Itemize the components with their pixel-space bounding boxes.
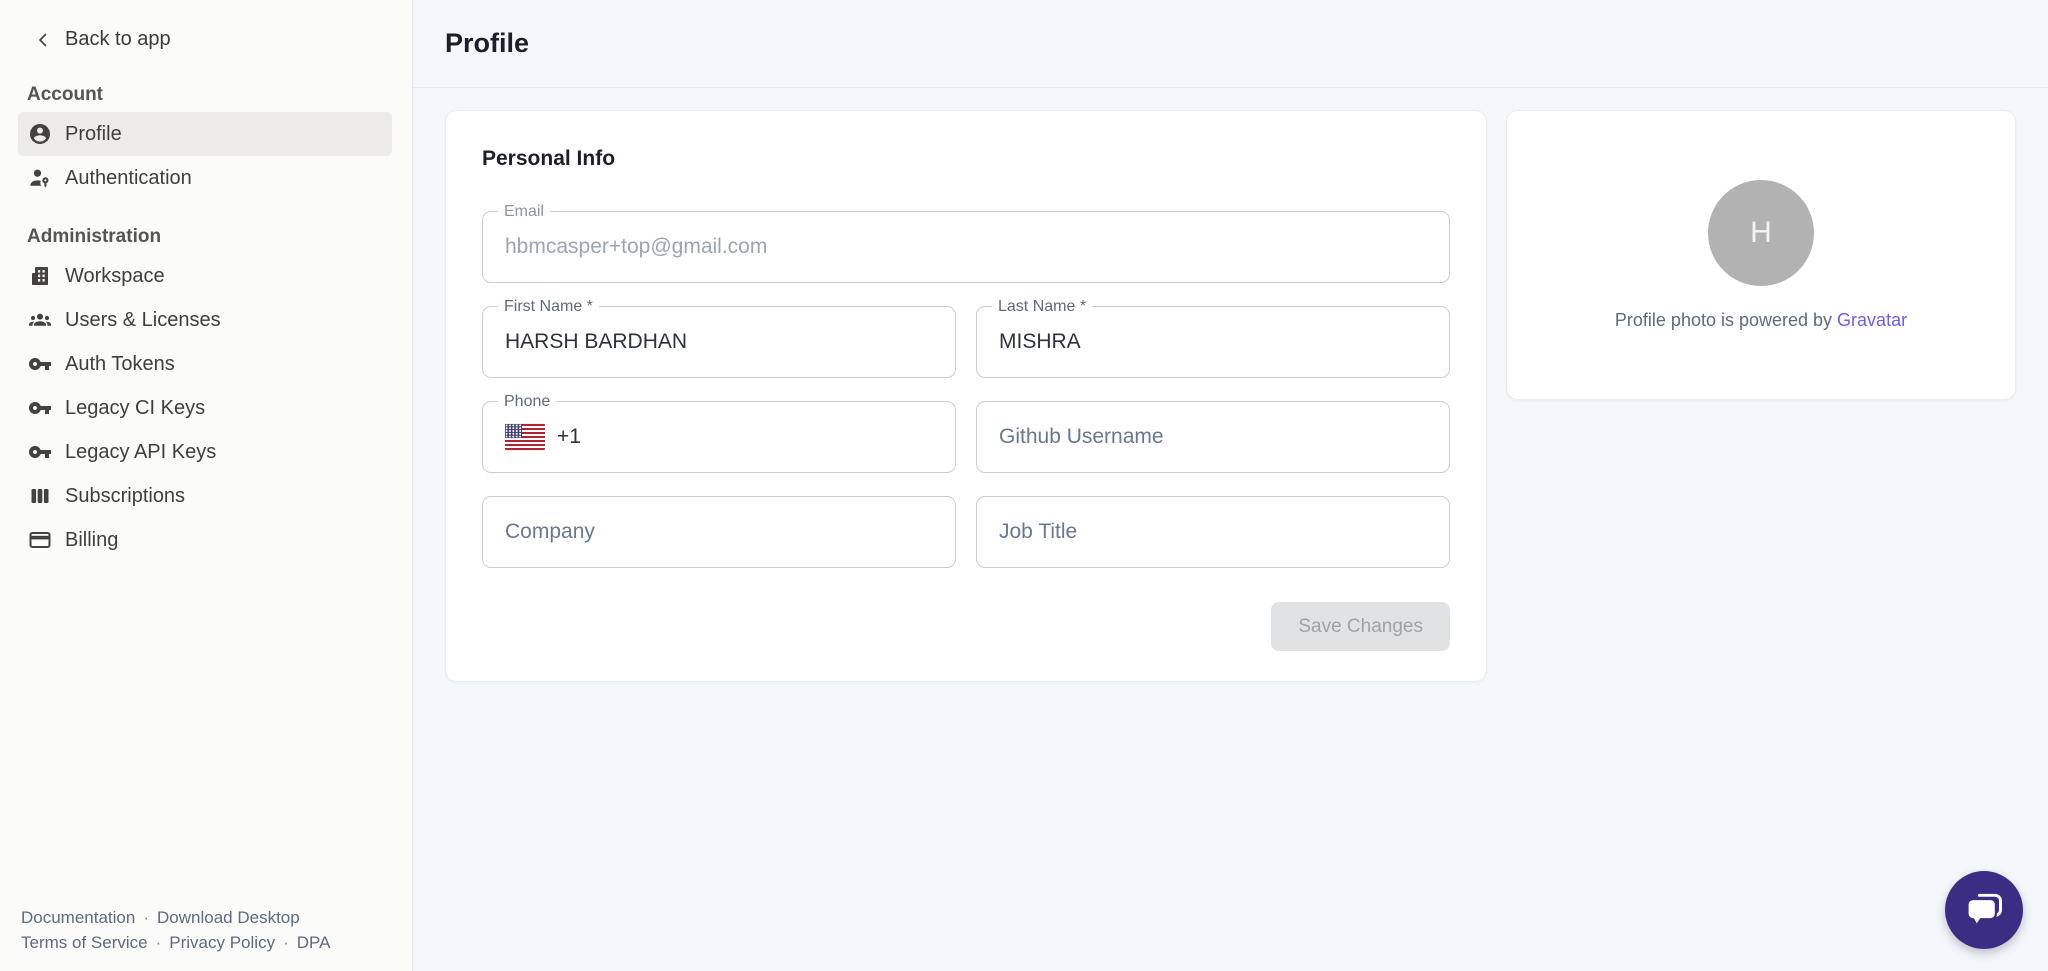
email-input[interactable]	[483, 212, 1449, 282]
save-changes-button[interactable]: Save Changes	[1271, 602, 1450, 651]
avatar: H	[1708, 180, 1814, 286]
sidebar-item-legacy-ci-keys[interactable]: Legacy CI Keys	[18, 386, 392, 430]
link-documentation[interactable]: Documentation	[21, 908, 135, 927]
sidebar-item-billing[interactable]: Billing	[18, 518, 392, 562]
sidebar-item-label: Profile	[65, 123, 122, 146]
credit-card-icon	[28, 528, 52, 552]
gravatar-caption: Profile photo is powered by Gravatar	[1615, 310, 1907, 331]
sidebar-item-profile[interactable]: Profile	[18, 112, 392, 156]
building-icon	[28, 264, 52, 288]
job-title-input[interactable]	[977, 497, 1449, 567]
person-circle-icon	[28, 122, 52, 146]
key-icon	[28, 352, 52, 376]
last-name-label: Last Name *	[992, 298, 1092, 316]
footer-separator: ·	[143, 908, 149, 927]
content: Personal Info Email First Name * Last Na…	[413, 88, 2048, 704]
sidebar-item-label: Authentication	[65, 167, 192, 190]
personal-info-card: Personal Info Email First Name * Last Na…	[445, 110, 1487, 682]
sidebar-item-label: Legacy API Keys	[65, 441, 216, 464]
sidebar-item-label: Legacy CI Keys	[65, 397, 205, 420]
sidebar-item-authentication[interactable]: Authentication	[18, 156, 392, 200]
phone-dial-code: +1	[557, 425, 581, 449]
gravatar-caption-text: Profile photo is powered by	[1615, 310, 1832, 330]
administration-nav: Workspace Users & Licenses Auth Tokens L…	[0, 254, 412, 562]
job-title-field[interactable]	[976, 496, 1450, 568]
account-nav: Profile Authentication	[0, 112, 412, 200]
personal-info-title: Personal Info	[482, 147, 1450, 171]
phone-input[interactable]	[581, 402, 955, 472]
chat-widget-button[interactable]	[1945, 871, 2023, 949]
last-name-input[interactable]	[977, 307, 1449, 377]
first-name-label: First Name *	[498, 298, 599, 316]
sidebar-item-label: Users & Licenses	[65, 309, 221, 332]
key-icon	[28, 396, 52, 420]
app-root: Back to app Account Profile Authenticati…	[0, 0, 2048, 971]
email-field[interactable]: Email	[482, 211, 1450, 283]
company-field[interactable]	[482, 496, 956, 568]
first-name-field[interactable]: First Name *	[482, 306, 956, 378]
person-key-icon	[28, 166, 52, 190]
sidebar-item-users-licenses[interactable]: Users & Licenses	[18, 298, 392, 342]
back-to-app-button[interactable]: Back to app	[0, 0, 412, 51]
sidebar-item-label: Auth Tokens	[65, 353, 175, 376]
first-name-input[interactable]	[483, 307, 955, 377]
sidebar-item-workspace[interactable]: Workspace	[18, 254, 392, 298]
gravatar-link[interactable]: Gravatar	[1837, 310, 1907, 330]
link-privacy-policy[interactable]: Privacy Policy	[169, 933, 275, 952]
sidebar-footer: Documentation · Download Desktop Terms of …	[21, 905, 330, 955]
sidebar-item-label: Billing	[65, 529, 118, 552]
phone-field[interactable]: Phone +1	[482, 401, 956, 473]
avatar-initial: H	[1750, 216, 1772, 250]
email-label: Email	[498, 203, 550, 221]
page-title: Profile	[445, 28, 529, 59]
gravatar-card: H Profile photo is powered by Gravatar	[1506, 110, 2016, 400]
link-terms-of-service[interactable]: Terms of Service	[21, 933, 148, 952]
company-input[interactable]	[483, 497, 955, 567]
section-label-account: Account	[27, 84, 412, 106]
chevron-left-icon	[33, 30, 53, 50]
page-header: Profile	[413, 0, 2048, 88]
github-username-field[interactable]	[976, 401, 1450, 473]
sidebar: Back to app Account Profile Authenticati…	[0, 0, 413, 971]
key-icon	[28, 440, 52, 464]
columns-icon	[28, 484, 52, 508]
chat-bubbles-icon	[1962, 888, 2006, 932]
phone-label: Phone	[498, 393, 556, 411]
sidebar-item-auth-tokens[interactable]: Auth Tokens	[18, 342, 392, 386]
sidebar-item-label: Subscriptions	[65, 485, 185, 508]
footer-separator: ·	[156, 933, 162, 952]
sidebar-item-label: Workspace	[65, 265, 165, 288]
sidebar-item-legacy-api-keys[interactable]: Legacy API Keys	[18, 430, 392, 474]
last-name-field[interactable]: Last Name *	[976, 306, 1450, 378]
us-flag-icon[interactable]	[505, 424, 545, 450]
people-group-icon	[28, 308, 52, 332]
github-username-input[interactable]	[977, 402, 1449, 472]
form-actions: Save Changes	[482, 602, 1450, 651]
back-to-app-label: Back to app	[65, 28, 171, 51]
main-area: Profile Personal Info Email First Name *	[413, 0, 2048, 971]
sidebar-item-subscriptions[interactable]: Subscriptions	[18, 474, 392, 518]
section-label-administration: Administration	[27, 226, 412, 248]
link-dpa[interactable]: DPA	[297, 933, 331, 952]
footer-separator: ·	[283, 933, 289, 952]
link-download-desktop[interactable]: Download Desktop	[157, 908, 300, 927]
